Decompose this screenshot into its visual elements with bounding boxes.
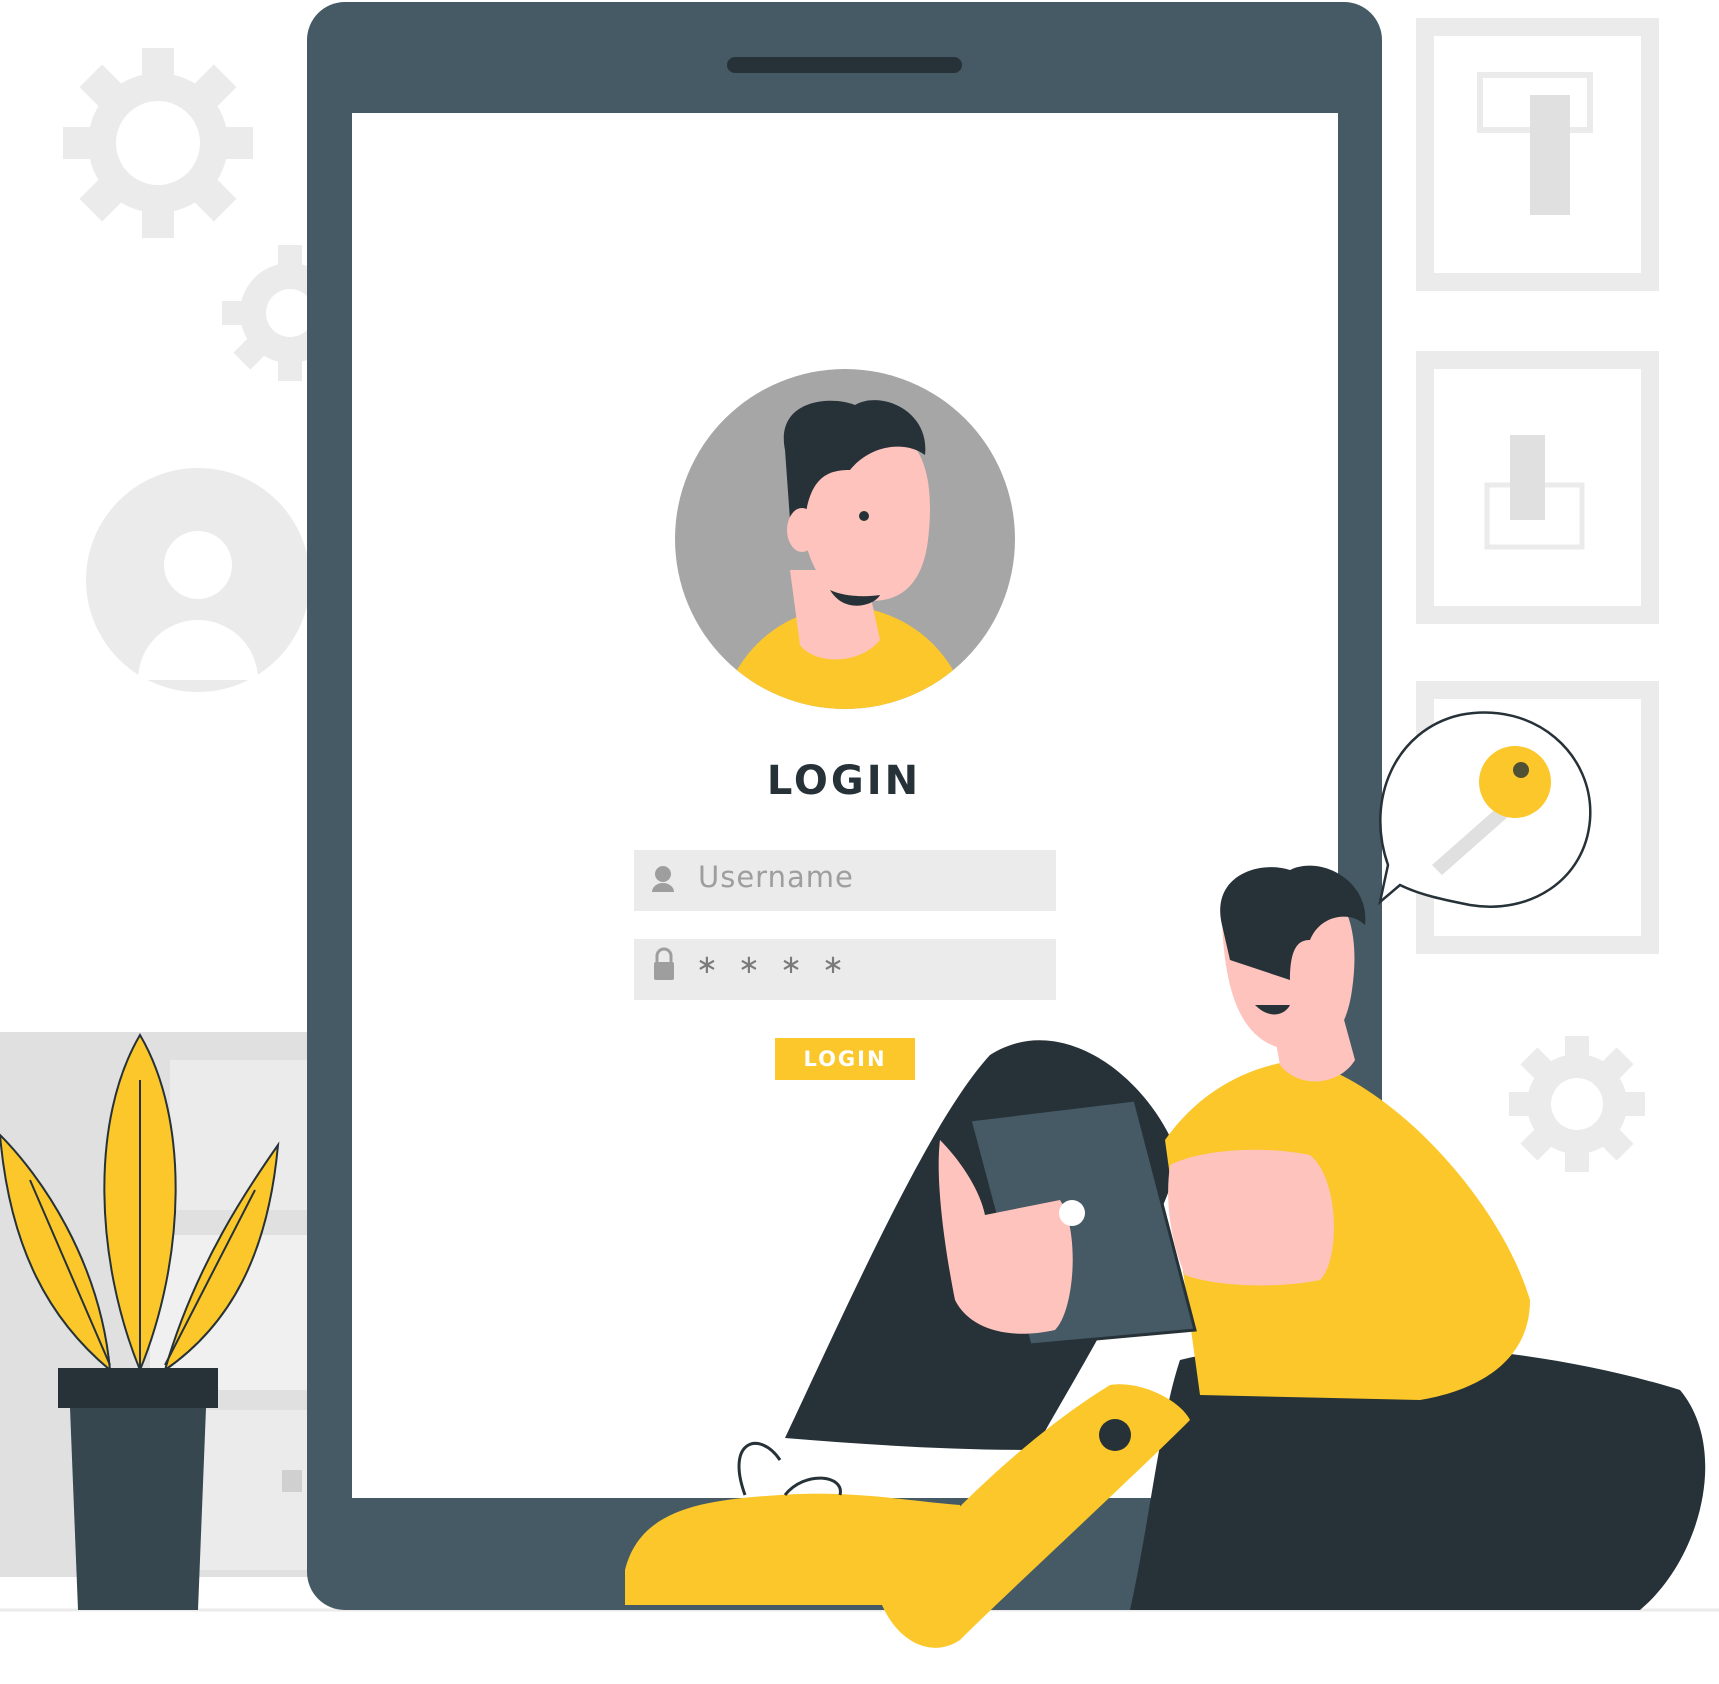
- password-input[interactable]: ∗ ∗ ∗ ∗: [696, 950, 850, 980]
- login-button[interactable]: LOGIN: [775, 1038, 915, 1080]
- illustration-svg: [0, 2, 1719, 1648]
- gear-icon: [1509, 1036, 1645, 1172]
- key-speech-bubble: [1377, 711, 1592, 908]
- username-input[interactable]: Username: [698, 860, 854, 894]
- user-icon: [86, 468, 310, 692]
- avatar: [675, 369, 1015, 709]
- login-title: LOGIN: [766, 758, 922, 804]
- gear-icon: [63, 48, 253, 238]
- login-illustration: LOGIN Username ∗ ∗ ∗ ∗ LOGIN: [0, 0, 1719, 1684]
